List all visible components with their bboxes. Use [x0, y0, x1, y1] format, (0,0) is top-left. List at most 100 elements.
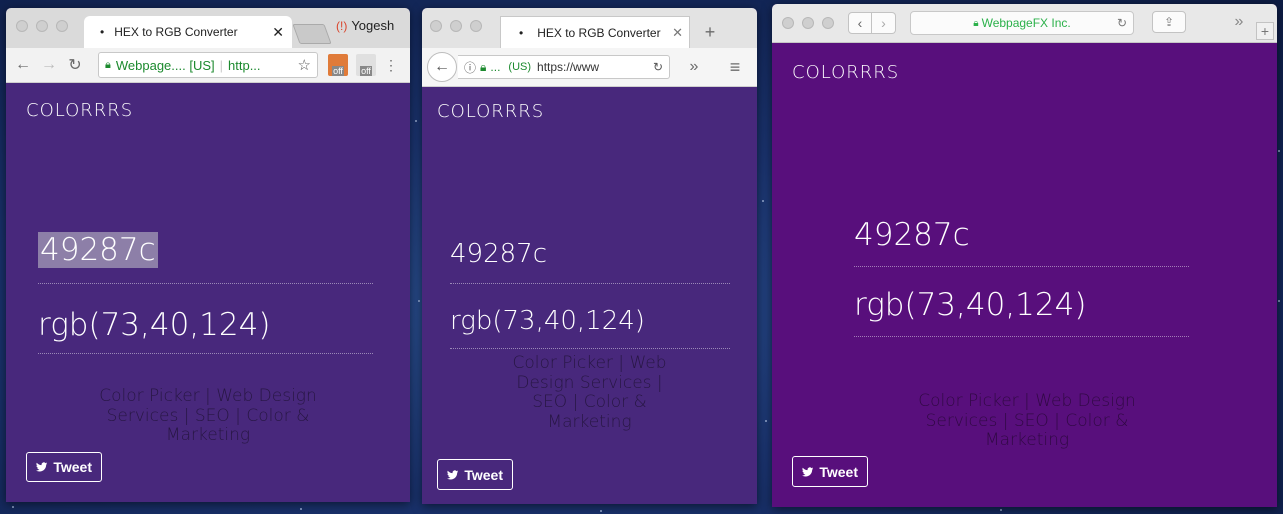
info-icon[interactable]: ⓘ [464, 59, 476, 76]
footer-links: Color Picker | Web Design Services | SEO… [99, 386, 317, 446]
back-button[interactable]: ← [427, 52, 457, 82]
rgb-underline [38, 353, 373, 354]
reload-button[interactable]: ↻ [64, 54, 86, 76]
link-seo[interactable]: SEO [195, 406, 230, 426]
hex-input[interactable]: 49287c [450, 239, 547, 269]
address-bar[interactable]: 🔒︎ WebpageFX Inc. ↻ [910, 11, 1134, 35]
tab-hex-to-rgb[interactable]: • HEX to RGB Converter ✕ [84, 16, 292, 48]
window-controls[interactable] [16, 20, 68, 32]
browser-window-firefox: • HEX to RGB Converter ✕ + ← ⓘ 🔒︎ ... (U… [422, 8, 757, 504]
close-dot[interactable] [16, 20, 28, 32]
link-seo[interactable]: SEO [532, 392, 567, 412]
rgb-underline [450, 348, 730, 349]
overflow-chevron-icon[interactable]: » [684, 57, 704, 77]
hex-underline [38, 283, 373, 284]
browser-window-chrome: • HEX to RGB Converter ✕ (!) Yogesh ← → … [6, 8, 410, 502]
footer-links: Color Picker | Web Design Services | SEO… [512, 353, 667, 432]
link-color-picker[interactable]: Color Picker [99, 386, 199, 406]
brand-logo[interactable]: COLORRRS [437, 101, 544, 122]
zoom-dot[interactable] [822, 17, 834, 29]
rgb-output[interactable]: rgb(73,40,124) [38, 307, 270, 343]
share-button[interactable]: ⇪ [1152, 11, 1186, 33]
address-bar[interactable]: ⓘ 🔒︎ ... (US) https://www ↻ [458, 55, 670, 79]
hex-underline [450, 283, 730, 284]
window-controls[interactable] [782, 17, 834, 29]
sync-icon: (!) [336, 18, 348, 33]
hex-input[interactable]: 49287c [854, 217, 970, 253]
tweet-label: Tweet [53, 459, 92, 475]
extension-icon-1[interactable]: off [328, 54, 348, 76]
hex-underline [854, 266, 1189, 267]
link-color-marketing[interactable]: Color & Marketing [166, 406, 309, 446]
lock-icon: 🔒︎ [973, 17, 979, 29]
new-tab-button[interactable] [292, 24, 332, 44]
address-bar[interactable]: 🔒︎ Webpage.... [US] | http... ☆ [98, 52, 318, 78]
minimize-dot[interactable] [450, 20, 462, 32]
firefox-toolbar: ← ⓘ 🔒︎ ... (US) https://www ↻ » ≡ [422, 48, 757, 87]
address-country: (US) [508, 61, 532, 73]
new-tab-plus-icon[interactable]: + [698, 22, 722, 42]
twitter-bird-icon [36, 462, 48, 472]
minimize-dot[interactable] [802, 17, 814, 29]
minimize-dot[interactable] [36, 20, 48, 32]
nav-buttons: ‹ › [848, 12, 896, 34]
back-button[interactable]: ← [12, 54, 34, 76]
browser-window-safari: ‹ › 🔒︎ WebpageFX Inc. ↻ ⇪ » + COLORRRS 4… [772, 4, 1277, 507]
address-url: https://www [537, 60, 600, 74]
tweet-button[interactable]: Tweet [792, 456, 868, 487]
profile-name: Yogesh [351, 18, 395, 33]
menu-kebab-icon[interactable]: ⋮ [384, 54, 398, 76]
tab-bullet-icon: • [100, 25, 105, 39]
chrome-toolbar: ← → ↻ 🔒︎ Webpage.... [US] | http... ☆ of… [6, 48, 410, 83]
link-color-picker[interactable]: Color Picker [512, 353, 612, 373]
safari-toolbar: ‹ › 🔒︎ WebpageFX Inc. ↻ ⇪ » + [772, 4, 1277, 43]
close-tab-icon[interactable]: ✕ [672, 25, 683, 41]
new-tab-button[interactable]: + [1256, 22, 1274, 40]
rgb-underline [854, 336, 1189, 337]
zoom-dot[interactable] [56, 20, 68, 32]
hamburger-menu-icon[interactable]: ≡ [724, 57, 746, 77]
address-site: Webpage.... [US] [115, 57, 215, 73]
tweet-button[interactable]: Tweet [437, 459, 513, 490]
back-button[interactable]: ‹ [848, 12, 872, 34]
hex-input[interactable]: 49287c [38, 232, 158, 268]
forward-button[interactable]: → [38, 54, 60, 76]
close-tab-icon[interactable]: ✕ [272, 24, 284, 41]
brand-logo[interactable]: COLORRRS [26, 100, 133, 121]
tab-bullet-icon: • [519, 25, 524, 40]
twitter-bird-icon [447, 469, 459, 479]
link-color-marketing[interactable]: Color & Marketing [985, 411, 1128, 451]
close-dot[interactable] [430, 20, 442, 32]
firefox-titlebar: • HEX to RGB Converter ✕ + [422, 8, 757, 48]
tab-title: HEX to RGB Converter [537, 25, 661, 40]
tweet-button[interactable]: Tweet [26, 452, 102, 482]
forward-button[interactable]: › [872, 12, 896, 34]
twitter-bird-icon [802, 466, 814, 476]
bookmark-star-icon[interactable]: ☆ [298, 56, 311, 74]
lock-icon: 🔒︎ [105, 58, 111, 71]
page-content: COLORRRS 49287c rgb(73,40,124) Color Pic… [6, 82, 410, 502]
zoom-dot[interactable] [470, 20, 482, 32]
extension-icon-2[interactable]: off [356, 54, 376, 76]
address-url: http... [228, 57, 261, 73]
profile-chip[interactable]: (!) Yogesh [336, 18, 394, 33]
rgb-output[interactable]: rgb(73,40,124) [450, 306, 645, 336]
chrome-titlebar: • HEX to RGB Converter ✕ (!) Yogesh [6, 8, 410, 48]
tab-hex-to-rgb[interactable]: • HEX to RGB Converter ✕ [500, 16, 690, 48]
address-site: ... [490, 60, 501, 74]
tweet-label: Tweet [819, 463, 858, 480]
footer-links: Color Picker | Web Design Services | SEO… [918, 391, 1136, 451]
window-controls[interactable] [430, 20, 482, 32]
rgb-output[interactable]: rgb(73,40,124) [854, 287, 1086, 323]
reload-icon[interactable]: ↻ [1117, 16, 1127, 30]
link-seo[interactable]: SEO [1014, 411, 1049, 431]
brand-logo[interactable]: COLORRRS [792, 62, 899, 83]
address-site: WebpageFX Inc. [981, 16, 1071, 30]
reload-icon[interactable]: ↻ [653, 60, 663, 74]
link-color-picker[interactable]: Color Picker [918, 391, 1018, 411]
page-content: COLORRRS 49287c rgb(73,40,124) Color Pic… [772, 42, 1277, 507]
tweet-label: Tweet [464, 466, 503, 483]
overflow-chevron-icon[interactable]: » [1230, 12, 1248, 32]
close-dot[interactable] [782, 17, 794, 29]
page-content: COLORRRS 49287c rgb(73,40,124) Color Pic… [422, 86, 757, 504]
